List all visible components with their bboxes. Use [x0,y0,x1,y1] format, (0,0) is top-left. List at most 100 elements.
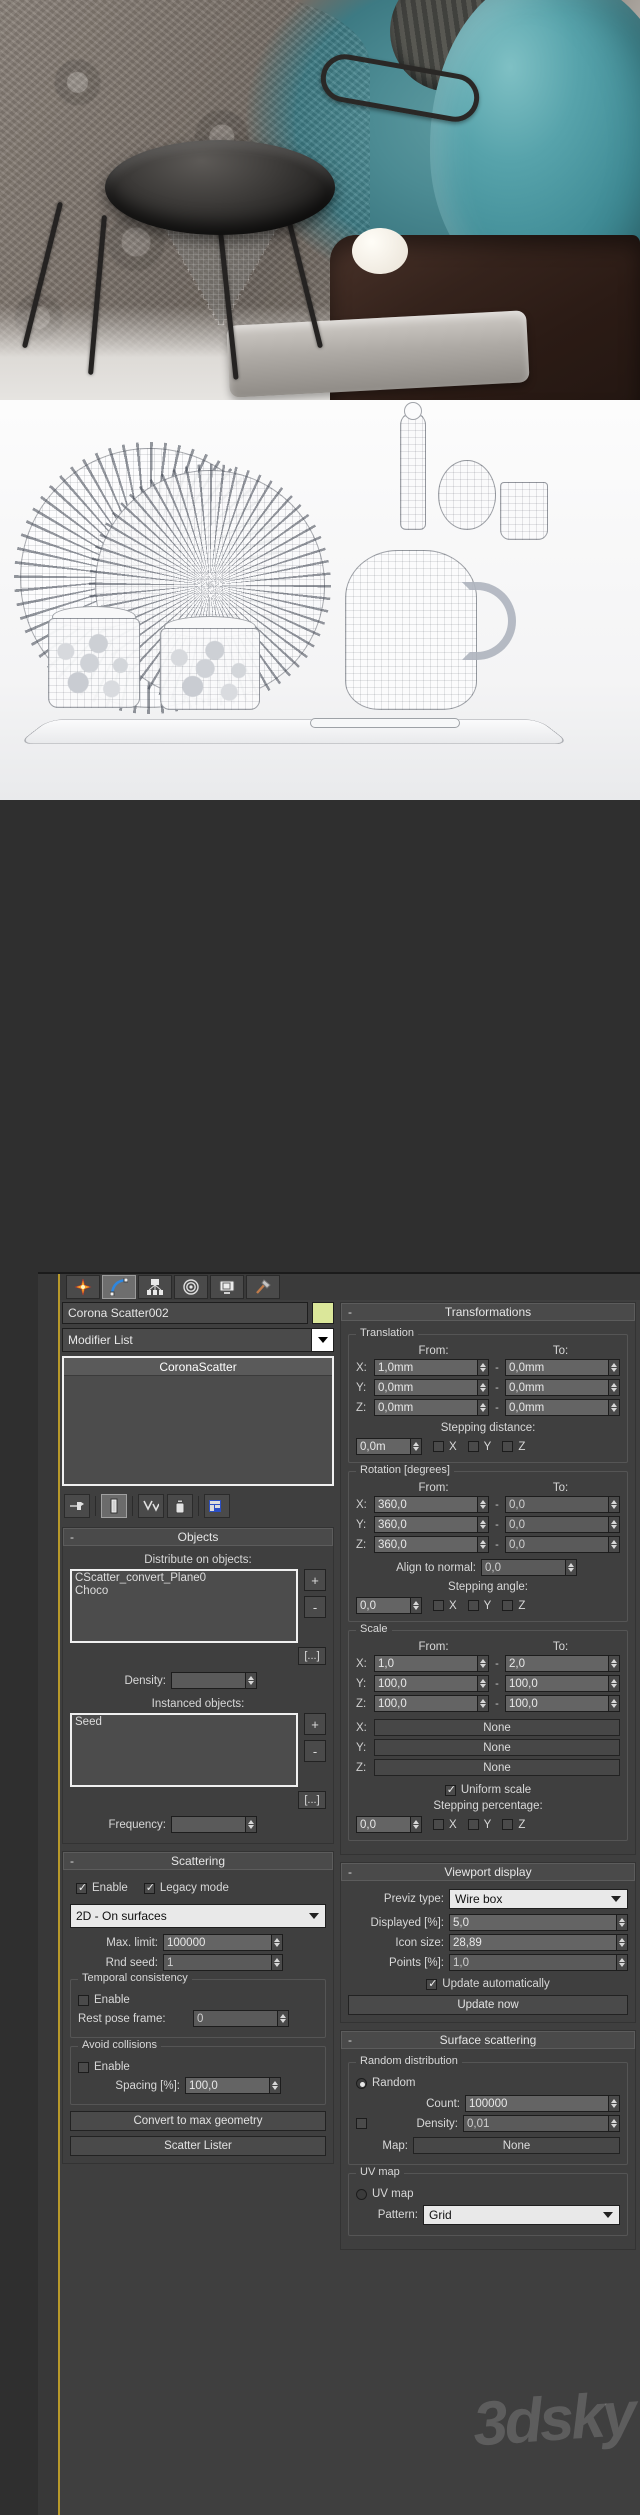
value[interactable]: 0,01 [463,2115,609,2132]
spinner-arrows-icon[interactable] [609,1675,620,1692]
spinner-arrows-icon[interactable] [411,1597,422,1614]
list-item[interactable]: Choco [75,1585,293,1598]
scale-x-to-spinner[interactable]: 2,0 [505,1655,620,1672]
value[interactable]: 1,0 [374,1655,478,1672]
value[interactable]: 360,0 [374,1516,478,1533]
surface-density-spinner[interactable]: 0,01 [463,2115,620,2132]
translation-x-to-spinner[interactable]: 0,0mm [505,1359,620,1376]
value[interactable]: 0,0mm [374,1399,478,1416]
spinner-arrows-icon[interactable] [617,1954,628,1971]
collapse-icon[interactable]: - [348,2033,352,2047]
spacing-spinner[interactable]: 100,0 [185,2077,281,2094]
modifier-stack[interactable]: CoronaScatter [62,1356,334,1486]
scale-y-to-spinner[interactable]: 100,0 [505,1675,620,1692]
points-spinner[interactable]: 1,0 [449,1954,628,1971]
pin-stack-icon[interactable] [64,1494,90,1518]
spacing-value[interactable]: 100,0 [185,2077,270,2094]
list-item[interactable]: Seed [75,1716,293,1729]
rotation-z-to-spinner[interactable]: 0,0 [505,1536,620,1553]
transformations-rollout-header[interactable]: - Transformations [341,1303,635,1321]
spinner-arrows-icon[interactable] [609,1536,620,1553]
motion-tab[interactable] [174,1275,208,1299]
chevron-down-icon[interactable] [605,1890,627,1908]
spinner-arrows-icon[interactable] [609,1496,620,1513]
value[interactable]: 0,0 [356,1597,411,1614]
scale-stepping-spinner[interactable]: 0,0 [356,1816,422,1833]
translation-step-x-checkbox[interactable] [433,1441,444,1452]
rotation-y-from-spinner[interactable]: 360,0 [374,1516,489,1533]
viewport-display-rollout-header[interactable]: - Viewport display [341,1863,635,1881]
spinner-arrows-icon[interactable] [478,1496,489,1513]
spinner-arrows-icon[interactable] [609,1399,620,1416]
rest-pose-value[interactable]: 0 [193,2010,278,2027]
spinner-arrows-icon[interactable] [278,2010,289,2027]
spinner-arrows-icon[interactable] [246,1816,257,1833]
value[interactable]: 0,0 [356,1816,411,1833]
max-limit-value[interactable]: 100000 [163,1934,272,1951]
value[interactable]: 100000 [465,2095,609,2112]
spinner-arrows-icon[interactable] [478,1399,489,1416]
spinner-arrows-icon[interactable] [478,1675,489,1692]
translation-y-from-spinner[interactable]: 0,0mm [374,1379,489,1396]
value[interactable]: 0,0 [505,1516,609,1533]
value[interactable]: 28,89 [449,1934,617,1951]
collapse-icon[interactable]: - [348,1305,352,1319]
instanced-picker-button[interactable]: [...] [298,1791,326,1809]
rotation-z-from-spinner[interactable]: 360,0 [374,1536,489,1553]
rest-pose-spinner[interactable]: 0 [193,2010,289,2027]
random-radio[interactable] [356,2077,367,2089]
chevron-down-icon[interactable] [311,1329,333,1351]
value[interactable]: 0,0mm [505,1359,609,1376]
spinner-arrows-icon[interactable] [478,1695,489,1712]
translation-step-z-checkbox[interactable] [502,1441,514,1452]
collapse-icon[interactable]: - [348,1865,352,1879]
collapse-icon[interactable]: - [70,1530,74,1544]
value[interactable]: 0,0mm [374,1379,478,1396]
temporal-enable-row[interactable]: Enable [78,1994,318,2006]
value[interactable]: 1,0mm [374,1359,478,1376]
translation-stepping-spinner[interactable]: 0,0m [356,1438,422,1455]
modifier-stack-item[interactable]: CoronaScatter [64,1358,332,1376]
spinner-arrows-icon[interactable] [609,1359,620,1376]
spinner-arrows-icon[interactable] [246,1672,257,1689]
scatter-lister-button[interactable]: Scatter Lister [70,2136,326,2156]
spinner-arrows-icon[interactable] [272,1934,283,1951]
value[interactable]: 360,0 [374,1536,478,1553]
rotation-step-z-checkbox[interactable] [502,1600,514,1611]
spinner-arrows-icon[interactable] [609,2095,620,2112]
pattern-dropdown[interactable]: Grid [423,2205,620,2225]
random-radio-row[interactable]: Random [356,2077,620,2089]
spinner-arrows-icon[interactable] [609,2115,620,2132]
spinner-arrows-icon[interactable] [272,1954,283,1971]
uniform-scale-row[interactable]: Uniform scale [356,1783,620,1797]
scale-map-z-button[interactable]: None [374,1759,620,1776]
spinner-arrows-icon[interactable] [411,1438,422,1455]
uniform-scale-checkbox[interactable] [444,1783,457,1797]
distribute-picker-button[interactable]: [...] [298,1647,326,1665]
scale-step-y-checkbox[interactable] [467,1819,479,1830]
object-name-field[interactable]: Corona Scatter002 [62,1302,308,1324]
modifier-list-dropdown[interactable]: Modifier List [62,1328,334,1352]
uv-map-radio[interactable] [356,2188,367,2200]
scale-y-from-spinner[interactable]: 100,0 [374,1675,489,1692]
density-checkbox[interactable] [356,2118,367,2129]
display-tab[interactable] [210,1275,244,1299]
scale-map-x-button[interactable]: None [374,1719,620,1736]
configure-modifier-sets-icon[interactable] [204,1494,230,1518]
rotation-step-y-checkbox[interactable] [467,1600,479,1611]
show-end-result-icon[interactable] [101,1494,127,1518]
value[interactable]: 100,0 [374,1675,478,1692]
rnd-seed-value[interactable]: 1 [163,1954,272,1971]
remove-modifier-icon[interactable] [167,1494,193,1518]
value[interactable]: 360,0 [374,1496,478,1513]
scale-z-from-spinner[interactable]: 100,0 [374,1695,489,1712]
convert-to-max-geometry-button[interactable]: Convert to max geometry [70,2111,326,2131]
scale-x-from-spinner[interactable]: 1,0 [374,1655,489,1672]
translation-y-to-spinner[interactable]: 0,0mm [505,1379,620,1396]
value[interactable]: 0,0mm [505,1379,609,1396]
scale-step-x-checkbox[interactable] [433,1819,444,1830]
max-limit-spinner[interactable]: 100000 [163,1934,283,1951]
uv-map-radio-row[interactable]: UV map [356,2188,620,2200]
legacy-mode-checkbox[interactable] [143,1881,156,1895]
spinner-arrows-icon[interactable] [609,1516,620,1533]
